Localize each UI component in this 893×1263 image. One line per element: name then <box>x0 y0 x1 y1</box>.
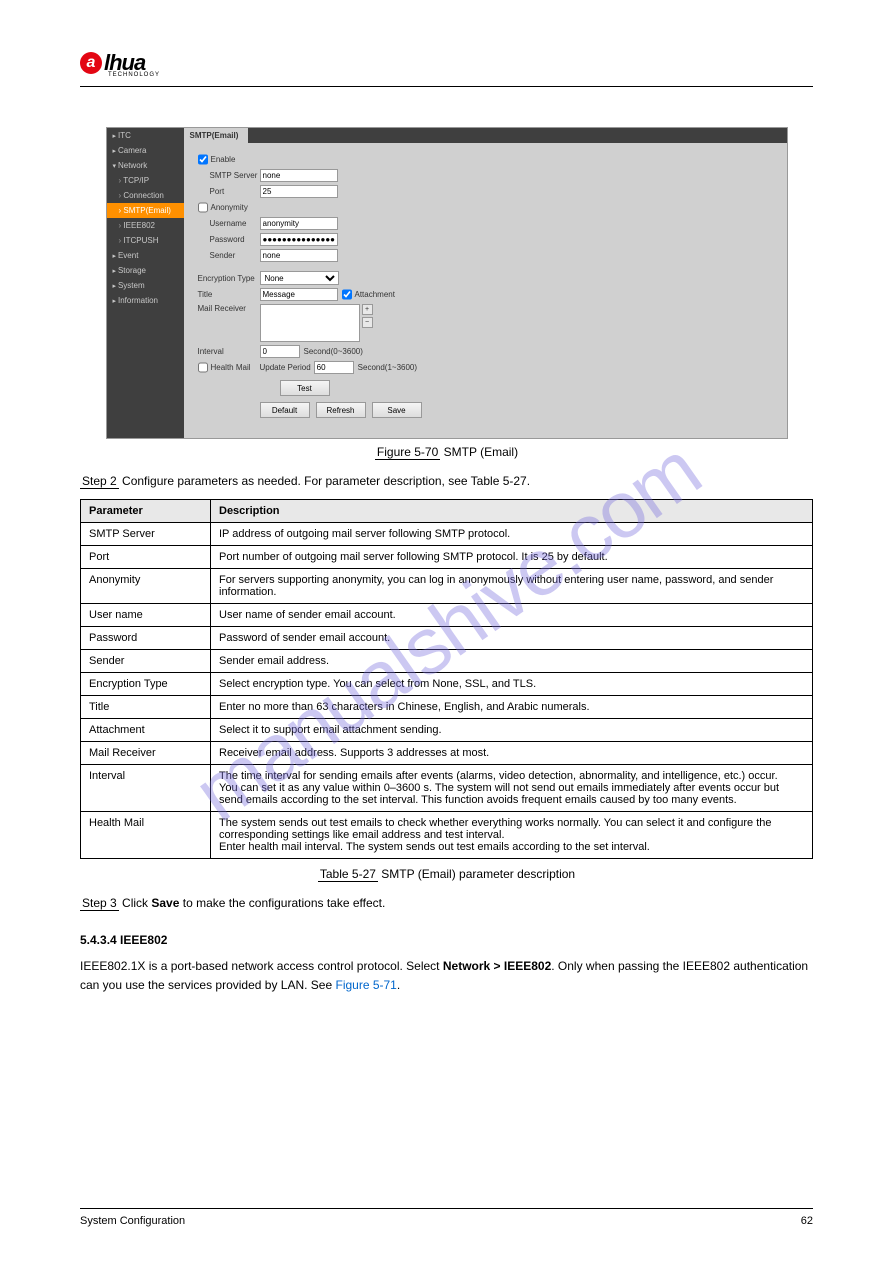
save-button[interactable]: Save <box>372 402 422 418</box>
footer-section: System Configuration <box>80 1215 185 1227</box>
default-button[interactable]: Default <box>260 402 310 418</box>
interval-input[interactable] <box>260 345 300 358</box>
section-heading: 5.4.3.4 IEEE802 <box>80 933 813 947</box>
sidebar-item-smtp[interactable]: › SMTP(Email) <box>107 203 184 218</box>
sidebar-item-itc[interactable]: ITC <box>107 128 184 143</box>
enable-label: Enable <box>211 155 236 164</box>
port-label: Port <box>198 187 260 196</box>
logo-icon-a: a <box>80 52 102 74</box>
step-3-text: Step 3 Click Save to make the configurat… <box>80 896 813 911</box>
step-2-text: Step 2 Configure parameters as needed. F… <box>80 474 813 489</box>
footer-page-number: 62 <box>801 1215 813 1227</box>
sidebar-item-network[interactable]: Network <box>107 158 184 173</box>
interval-hint: Second(0~3600) <box>304 347 363 356</box>
table-row: TitleEnter no more than 63 characters in… <box>81 696 813 719</box>
health-mail-checkbox[interactable] <box>198 361 208 374</box>
smtp-server-input[interactable] <box>260 169 338 182</box>
update-period-label: Update Period <box>260 363 311 372</box>
table-header-parameter: Parameter <box>81 500 211 523</box>
username-label: Username <box>198 219 260 228</box>
table-row: User nameUser name of sender email accou… <box>81 604 813 627</box>
smtp-form: Enable SMTP Server Port Anonymity Userna… <box>184 143 787 438</box>
sender-input[interactable] <box>260 249 338 262</box>
sidebar-item-system[interactable]: System <box>107 278 184 293</box>
sidebar-item-itcpush[interactable]: ITCPUSH <box>107 233 184 248</box>
password-label: Password <box>198 235 260 244</box>
page-footer: System Configuration 62 <box>80 1208 813 1227</box>
table-row: SenderSender email address. <box>81 650 813 673</box>
smtp-server-label: SMTP Server <box>198 171 260 180</box>
encryption-label: Encryption Type <box>198 274 260 283</box>
username-input[interactable] <box>260 217 338 230</box>
table-row: SMTP ServerIP address of outgoing mail s… <box>81 523 813 546</box>
figure-caption: Figure 5-70 SMTP (Email) <box>80 445 813 460</box>
anonymity-checkbox[interactable] <box>198 201 208 214</box>
table-row: PasswordPassword of sender email account… <box>81 627 813 650</box>
password-input[interactable] <box>260 233 338 246</box>
table-row: Encryption TypeSelect encryption type. Y… <box>81 673 813 696</box>
title-label: Title <box>198 290 260 299</box>
mail-receiver-textarea[interactable] <box>260 304 360 342</box>
table-row: AnonymityFor servers supporting anonymit… <box>81 569 813 604</box>
anonymity-label: Anonymity <box>211 203 248 212</box>
sidebar-item-connection[interactable]: Connection <box>107 188 184 203</box>
sidebar-item-camera[interactable]: Camera <box>107 143 184 158</box>
sidebar-item-information[interactable]: Information <box>107 293 184 308</box>
table-row: Mail ReceiverReceiver email address. Sup… <box>81 742 813 765</box>
update-period-input[interactable] <box>314 361 354 374</box>
main-pane: SMTP(Email) Enable SMTP Server Port Ano <box>184 128 787 438</box>
table-row: Health MailThe system sends out test ema… <box>81 812 813 859</box>
port-input[interactable] <box>260 185 338 198</box>
refresh-button[interactable]: Refresh <box>316 402 366 418</box>
header-divider <box>80 86 813 87</box>
sidebar-item-tcpip[interactable]: TCP/IP <box>107 173 184 188</box>
logo-subtext: TECHNOLOGY <box>108 72 813 78</box>
table-caption: Table 5-27 SMTP (Email) parameter descri… <box>80 867 813 882</box>
update-period-hint: Second(1~3600) <box>358 363 417 372</box>
interval-label: Interval <box>198 347 260 356</box>
table-header-description: Description <box>211 500 813 523</box>
table-row: PortPort number of outgoing mail server … <box>81 546 813 569</box>
smtp-screenshot: ITC Camera Network TCP/IP Connection › S… <box>106 127 788 439</box>
mail-receiver-label: Mail Receiver <box>198 304 260 313</box>
title-input[interactable] <box>260 288 338 301</box>
parameters-table: Parameter Description SMTP ServerIP addr… <box>80 499 813 859</box>
nav-sidebar: ITC Camera Network TCP/IP Connection › S… <box>107 128 184 438</box>
sender-label: Sender <box>198 251 260 260</box>
sidebar-item-storage[interactable]: Storage <box>107 263 184 278</box>
figure-link[interactable]: Figure 5-71 <box>335 978 396 992</box>
receiver-remove-button[interactable]: − <box>362 317 373 328</box>
attachment-label: Attachment <box>355 290 395 299</box>
tab-smtp-email[interactable]: SMTP(Email) <box>184 128 249 143</box>
tab-bar: SMTP(Email) <box>184 128 787 143</box>
table-row: AttachmentSelect it to support email att… <box>81 719 813 742</box>
sidebar-item-event[interactable]: Event <box>107 248 184 263</box>
enable-checkbox[interactable] <box>198 153 208 166</box>
table-row: IntervalThe time interval for sending em… <box>81 765 813 812</box>
receiver-add-button[interactable]: + <box>362 304 373 315</box>
encryption-select[interactable]: None <box>260 271 339 285</box>
sidebar-item-ieee802[interactable]: IEEE802 <box>107 218 184 233</box>
attachment-checkbox[interactable] <box>342 288 352 301</box>
test-button[interactable]: Test <box>280 380 330 396</box>
health-mail-label: Health Mail <box>211 363 260 372</box>
brand-logo: a lhua TECHNOLOGY <box>80 50 813 78</box>
body-paragraph: IEEE802.1X is a port-based network acces… <box>80 957 813 995</box>
